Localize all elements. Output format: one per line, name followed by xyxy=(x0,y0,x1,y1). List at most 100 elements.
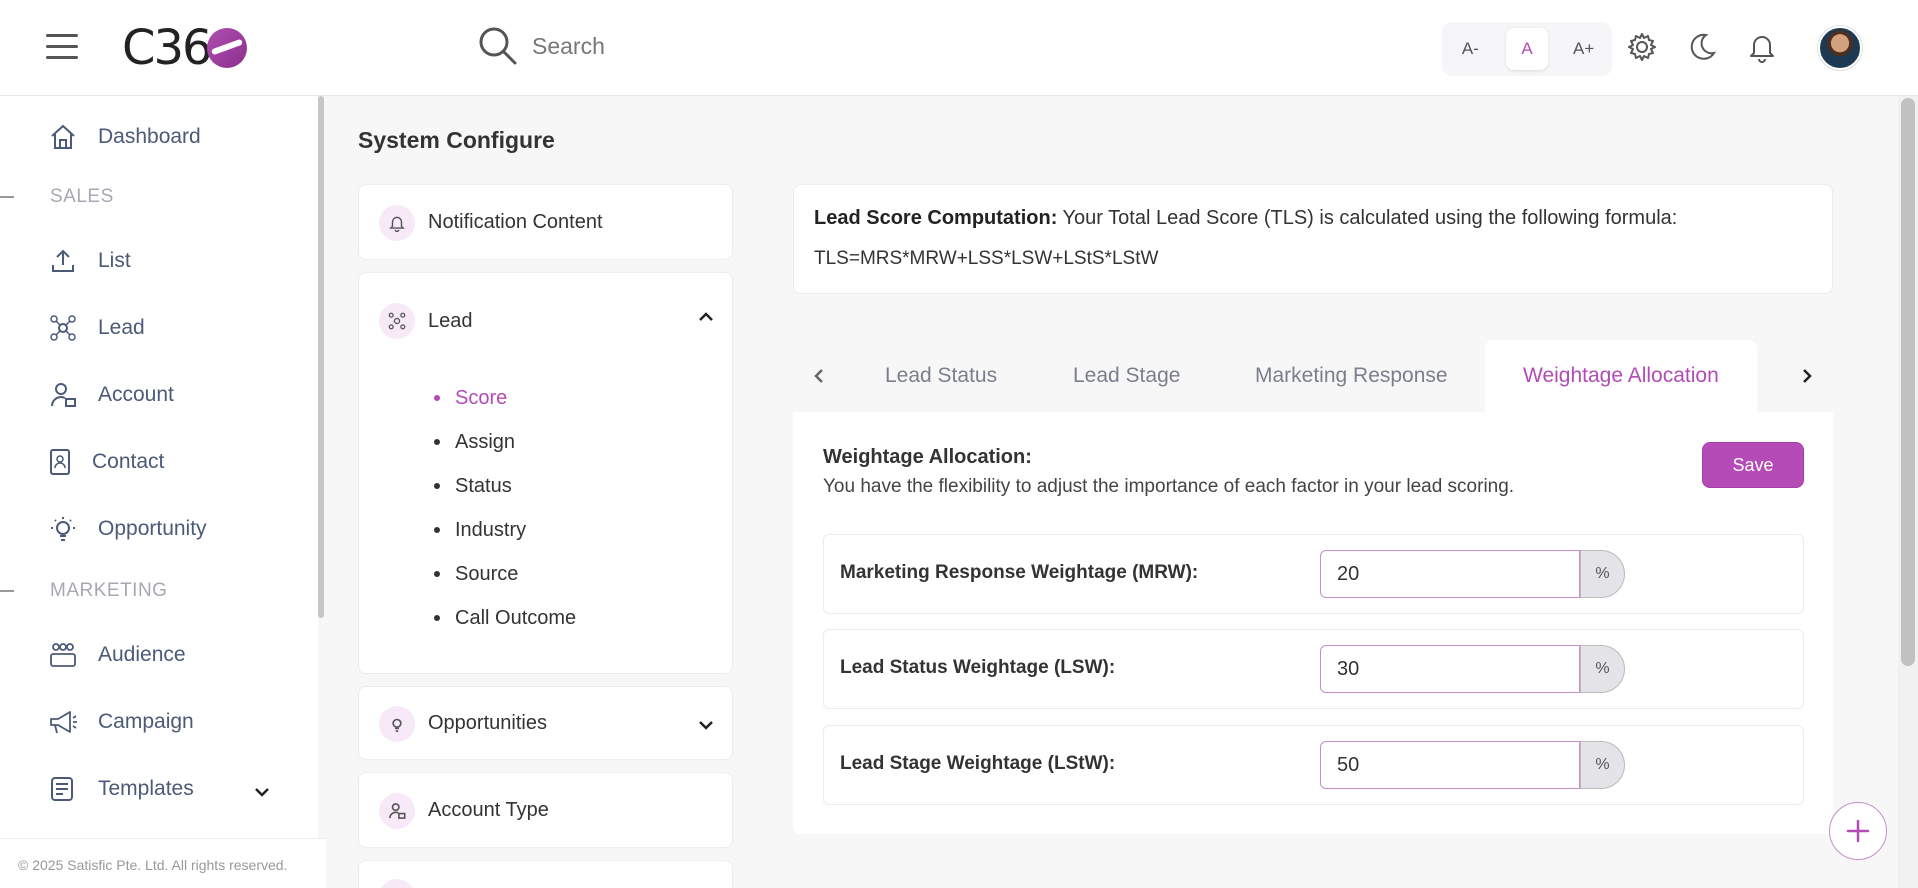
chevron-down-icon[interactable] xyxy=(696,715,716,740)
sidebar-item-lead[interactable]: Lead xyxy=(48,313,145,343)
sidebar-item-label: Lead xyxy=(98,316,145,339)
submenu-call-outcome[interactable]: Call Outcome xyxy=(434,603,576,647)
percent-suffix: % xyxy=(1580,645,1625,693)
user-lock-icon xyxy=(48,380,78,410)
lightbulb-icon xyxy=(379,706,415,742)
tab-weightage-allocation[interactable]: Weightage Allocation xyxy=(1485,340,1757,412)
lstw-input[interactable] xyxy=(1320,741,1580,789)
group-icon xyxy=(48,640,78,670)
sidebar-item-label: Contact xyxy=(92,450,165,473)
sidebar-item-templates[interactable]: Templates xyxy=(48,774,194,804)
submenu-status[interactable]: Status xyxy=(434,471,576,515)
tab-marketing-response[interactable]: Marketing Response xyxy=(1255,340,1448,412)
formula-description: Lead Score Computation: Your Total Lead … xyxy=(814,207,1812,230)
add-button[interactable] xyxy=(1829,802,1887,860)
submenu-source[interactable]: Source xyxy=(434,559,576,603)
top-header: C36 Search A- A A+ xyxy=(0,0,1918,96)
panel-title: Weightage Allocation: xyxy=(823,446,1032,468)
gear-icon[interactable] xyxy=(1625,30,1659,64)
megaphone-icon xyxy=(48,707,78,737)
template-icon xyxy=(48,774,78,804)
tab-lead-status[interactable]: Lead Status xyxy=(885,340,997,412)
percent-suffix: % xyxy=(1580,741,1625,789)
menu-label: Account Type xyxy=(428,799,549,821)
lsw-input[interactable] xyxy=(1320,645,1580,693)
menu-item-icon xyxy=(379,879,415,888)
sidebar-item-list[interactable]: List xyxy=(48,246,131,276)
logo[interactable]: C36 xyxy=(122,20,247,76)
sidebar-scrollbar[interactable] xyxy=(318,96,324,618)
font-normal-button[interactable]: A xyxy=(1505,28,1548,70)
weightage-label: Lead Status Weightage (LSW): xyxy=(840,657,1116,678)
lightbulb-icon xyxy=(48,514,78,544)
weightage-row-lsw: Lead Status Weightage (LSW): % xyxy=(823,629,1804,709)
formula-heading: Lead Score Computation: xyxy=(814,207,1058,229)
search-box[interactable]: Search xyxy=(478,26,605,66)
sidebar-item-account[interactable]: Account xyxy=(48,380,174,410)
chevron-left-icon[interactable] xyxy=(805,362,833,390)
network-icon xyxy=(379,303,415,339)
lead-submenu: Score Assign Status Industry Source Call… xyxy=(434,383,576,647)
weightage-panel: Weightage Allocation: You have the flexi… xyxy=(793,412,1833,834)
section-divider xyxy=(0,196,14,198)
section-label-marketing: MARKETING xyxy=(50,580,168,601)
sidebar-item-dashboard[interactable]: Dashboard xyxy=(48,122,201,152)
sidebar-item-campaign[interactable]: Campaign xyxy=(48,707,194,737)
panel-description: You have the flexibility to adjust the i… xyxy=(823,476,1515,497)
sidebar-item-label: Opportunity xyxy=(98,517,207,540)
plus-icon xyxy=(1846,819,1870,843)
sidebar-item-label: Campaign xyxy=(98,710,194,733)
section-divider xyxy=(0,590,14,592)
percent-suffix: % xyxy=(1580,550,1625,598)
contact-icon xyxy=(48,447,72,477)
bell-icon xyxy=(379,205,415,241)
upload-icon xyxy=(48,246,78,276)
menu-notification-content[interactable]: Notification Content xyxy=(358,184,733,260)
mrw-input[interactable] xyxy=(1320,550,1580,598)
submenu-industry[interactable]: Industry xyxy=(434,515,576,559)
font-decrease-button[interactable]: A- xyxy=(1449,28,1491,70)
menu-label[interactable]: Lead xyxy=(428,310,473,333)
logo-globe-icon xyxy=(206,28,247,68)
font-increase-button[interactable]: A+ xyxy=(1563,28,1605,70)
menu-account-type[interactable]: Account Type xyxy=(358,772,733,848)
network-icon xyxy=(48,313,78,343)
logo-text: C36 xyxy=(122,20,213,76)
weightage-label: Marketing Response Weightage (MRW): xyxy=(840,562,1199,583)
sidebar-item-contact[interactable]: Contact xyxy=(48,447,164,477)
menu-opportunities[interactable]: Opportunities xyxy=(358,686,733,760)
menu-label: Opportunities xyxy=(428,712,547,734)
weightage-row-lstw: Lead Stage Weightage (LStW): % xyxy=(823,725,1804,805)
submenu-assign[interactable]: Assign xyxy=(434,427,576,471)
formula-expression: TLS=MRS*MRW+LSS*LSW+LStS*LStW xyxy=(814,248,1159,269)
sidebar-item-audience[interactable]: Audience xyxy=(48,640,186,670)
sidebar: Dashboard SALES List Lead Account Contac… xyxy=(0,96,318,888)
score-tabs: Lead Status Lead Stage Marketing Respons… xyxy=(793,340,1833,412)
page-scrollbar[interactable] xyxy=(1898,96,1918,888)
sidebar-item-label: Audience xyxy=(98,643,186,666)
search-icon xyxy=(479,27,517,65)
chevron-up-icon[interactable] xyxy=(696,307,716,332)
sidebar-item-label: List xyxy=(98,249,131,272)
chevron-right-icon[interactable] xyxy=(1793,362,1821,390)
tab-lead-stage[interactable]: Lead Stage xyxy=(1073,340,1180,412)
avatar[interactable] xyxy=(1818,26,1862,70)
moon-icon[interactable] xyxy=(1685,30,1719,64)
sidebar-item-opportunity[interactable]: Opportunity xyxy=(48,514,207,544)
scrollbar-thumb[interactable] xyxy=(1901,98,1915,666)
page-title: System Configure xyxy=(358,127,555,153)
search-input[interactable]: Search xyxy=(532,33,605,60)
section-label-sales: SALES xyxy=(50,186,114,207)
submenu-score[interactable]: Score xyxy=(434,383,576,427)
weightage-row-mrw: Marketing Response Weightage (MRW): % xyxy=(823,534,1804,614)
chevron-down-icon[interactable] xyxy=(252,782,272,807)
menu-next-item[interactable] xyxy=(358,860,733,888)
sidebar-item-label: Templates xyxy=(98,777,194,800)
sidebar-item-label: Account xyxy=(98,383,174,406)
menu-icon[interactable] xyxy=(46,34,78,60)
save-button[interactable]: Save xyxy=(1702,442,1804,488)
bell-icon[interactable] xyxy=(1745,30,1779,64)
lead-score-formula-card: Lead Score Computation: Your Total Lead … xyxy=(793,184,1833,294)
footer-copyright: © 2025 Satisfic Pte. Ltd. All rights res… xyxy=(0,838,326,888)
user-lock-icon xyxy=(379,793,415,829)
